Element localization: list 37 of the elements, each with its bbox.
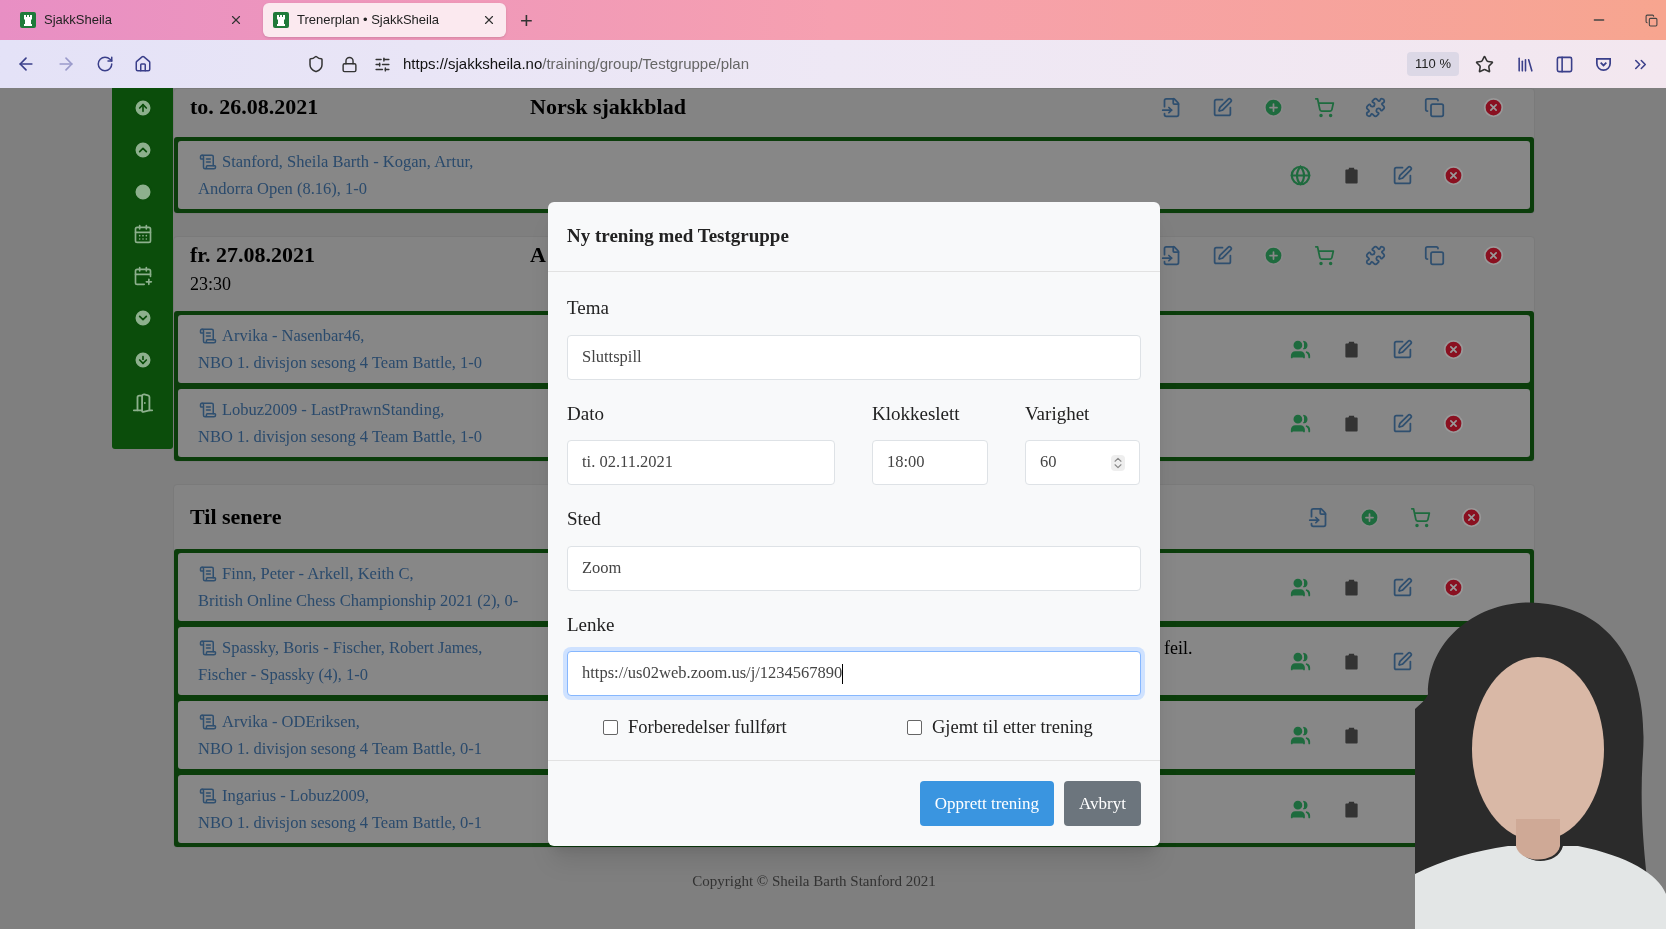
zoom-badge[interactable]: 110 %	[1407, 52, 1459, 76]
game-players-link[interactable]: Spassky, Boris - Fischer, Robert James,	[222, 634, 483, 661]
time-field[interactable]: 18:00	[872, 440, 988, 485]
checkbox-label: Gjemt til etter trening	[932, 716, 1093, 739]
section-heading: Til senere	[190, 503, 283, 531]
footer-copyright: Copyright © Sheila Barth Stanford 2021	[692, 872, 937, 891]
game-players-link[interactable]: Stanford, Sheila Barth - Kogan, Artur,	[222, 148, 474, 175]
modal-title: Ny trening med Testgruppe	[567, 224, 789, 249]
game-note: feil.	[1164, 637, 1193, 660]
game-event-link[interactable]: Andorra Open (8.16), 1-0	[198, 175, 553, 202]
field-label: Varighet	[1025, 401, 1091, 426]
cancel-button[interactable]: Avbryt	[1064, 780, 1141, 826]
game-players-link[interactable]: Arvika - ODEriksen,	[222, 708, 360, 735]
field-label: Dato	[567, 401, 605, 426]
checkbox-label: Forberedelser fullført	[628, 716, 787, 739]
section-heading: fr. 27.08.2021	[190, 241, 317, 269]
address-bar[interactable]: https://sjakksheila.no/training/group/Testgruppe/plan	[403, 52, 750, 76]
field-label: Tema	[567, 296, 610, 320]
new-tab-button[interactable]: +	[520, 3, 533, 37]
game-players-link[interactable]: Lobuz2009 - LastPrawnStanding,	[222, 396, 445, 423]
browser-tab[interactable]: SjakkSheila	[10, 3, 253, 37]
game-players-link[interactable]: Ingarius - Lobuz2009,	[222, 782, 370, 809]
create-button[interactable]: Opprett trening	[919, 780, 1055, 826]
session-title: A	[530, 241, 546, 269]
field-label: Sted	[567, 507, 602, 531]
field-label: Klokkeslett	[872, 401, 961, 426]
duration-spinner[interactable]: 60	[1025, 440, 1140, 485]
game-players-link[interactable]: Finn, Peter - Arkell, Keith C,	[222, 560, 414, 587]
field-label: Lenke	[567, 612, 616, 637]
session-time: 23:30	[190, 273, 232, 296]
browser-tab[interactable]: Trenerplan • SjakkSheila	[263, 3, 506, 37]
theme-field[interactable]: Sluttspill	[567, 334, 1141, 380]
date-field[interactable]: ti. 02.11.2021	[567, 440, 835, 485]
location-field[interactable]: Zoom	[567, 545, 1141, 591]
section-heading: to. 26.08.2021	[190, 93, 320, 121]
game-players-link[interactable]: Arvika - Nasenbar46,	[222, 322, 365, 349]
session-title: Norsk sjakkblad	[530, 93, 686, 121]
